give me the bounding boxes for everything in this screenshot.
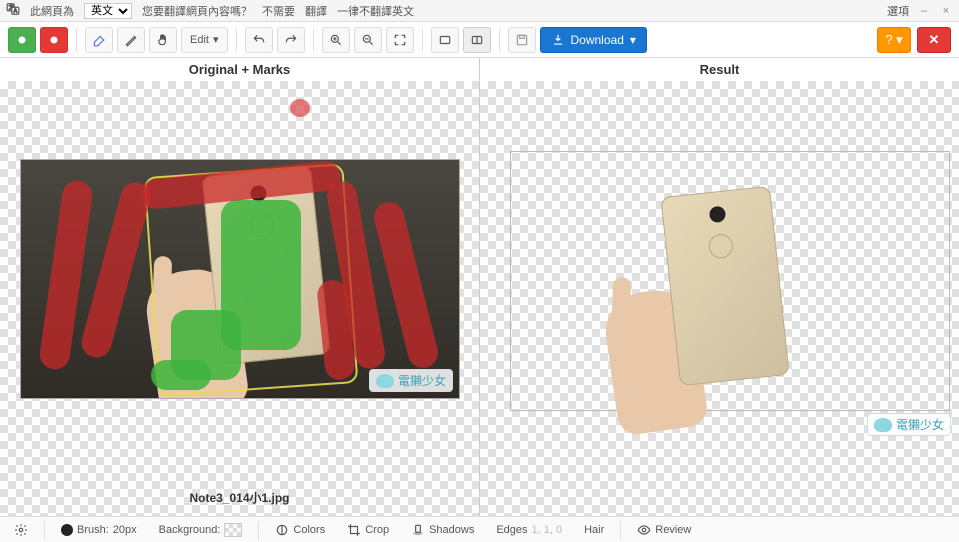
- main-area: Original + Marks: [0, 58, 959, 516]
- eraser-button[interactable]: [85, 27, 113, 53]
- help-button[interactable]: ? ▾: [877, 27, 911, 53]
- review-label: Review: [655, 524, 691, 536]
- brush-value: 20px: [113, 524, 137, 536]
- hair-label: Hair: [584, 524, 604, 536]
- hair-button[interactable]: Hair: [578, 520, 610, 540]
- pan-button[interactable]: [149, 27, 177, 53]
- brush-label: Brush:: [77, 524, 109, 536]
- translate-question: 您要翻譯網頁內容嗎？: [142, 3, 252, 19]
- detected-lang-prefix: 此網頁為: [30, 3, 74, 19]
- edit-label: Edit: [190, 34, 209, 46]
- separator: [422, 29, 423, 51]
- background-mark-button[interactable]: [40, 27, 68, 53]
- shadows-button[interactable]: Shadows: [405, 520, 480, 540]
- undo-button[interactable]: [245, 27, 273, 53]
- separator: [258, 521, 259, 539]
- zoom-in-button[interactable]: [322, 27, 350, 53]
- watermark-badge: 電獺少女: [369, 369, 453, 392]
- brush-dot-icon: [61, 524, 73, 536]
- zoom-out-button[interactable]: [354, 27, 382, 53]
- shadows-label: Shadows: [429, 524, 474, 536]
- crop-button[interactable]: Crop: [341, 520, 395, 540]
- watermark-text: 電獺少女: [398, 372, 446, 389]
- colors-button[interactable]: Colors: [269, 520, 331, 540]
- save-button[interactable]: [508, 27, 536, 53]
- background-swatch: [224, 523, 242, 537]
- separator: [499, 29, 500, 51]
- background-control[interactable]: Background:: [153, 520, 249, 540]
- app-close-button[interactable]: ✕: [917, 27, 951, 53]
- watermark-icon: [874, 418, 892, 432]
- redo-button[interactable]: [277, 27, 305, 53]
- phone-shape: [660, 186, 789, 386]
- translate-close-button[interactable]: ×: [939, 4, 953, 18]
- fit-button[interactable]: [386, 27, 414, 53]
- chevron-down-icon: ▾: [213, 33, 219, 46]
- background-label: Background:: [159, 524, 221, 536]
- split-view-button[interactable]: [463, 27, 491, 53]
- edges-label: Edges: [496, 524, 527, 536]
- chevron-down-icon: ▾: [630, 33, 636, 47]
- brush-size-control[interactable]: Brush: 20px: [55, 520, 143, 540]
- edges-value: 1, 1, 0: [532, 524, 563, 536]
- knife-button[interactable]: [117, 27, 145, 53]
- language-select[interactable]: 英文: [84, 3, 132, 19]
- stray-red-mark: [290, 99, 310, 117]
- settings-button[interactable]: [8, 520, 34, 540]
- translate-never-button[interactable]: 一律不翻譯英文: [337, 3, 414, 19]
- edges-button[interactable]: Edges 1, 1, 0: [490, 520, 568, 540]
- translate-icon: 文A: [6, 2, 20, 19]
- crop-label: Crop: [365, 524, 389, 536]
- single-view-button[interactable]: [431, 27, 459, 53]
- svg-text:A: A: [14, 9, 18, 15]
- download-label: Download: [571, 33, 624, 47]
- watermark-badge: 電獺少女: [867, 413, 951, 436]
- main-toolbar: Edit ▾ Download ▾ ? ▾ ✕: [0, 22, 959, 58]
- watermark-icon: [376, 374, 394, 388]
- separator: [76, 29, 77, 51]
- edit-dropdown[interactable]: Edit ▾: [181, 27, 228, 53]
- translate-minimize-button[interactable]: –: [917, 4, 931, 18]
- separator: [313, 29, 314, 51]
- watermark-text: 電獺少女: [896, 416, 944, 433]
- colors-label: Colors: [293, 524, 325, 536]
- review-button[interactable]: Review: [631, 520, 697, 540]
- translate-bar: 文A 此網頁為 英文 您要翻譯網頁內容嗎？ 不需要 翻譯 一律不翻譯英文 選項 …: [0, 0, 959, 22]
- result-panel-title: Result: [480, 58, 959, 81]
- translate-options-button[interactable]: 選項: [887, 3, 909, 19]
- download-button[interactable]: Download ▾: [540, 27, 647, 53]
- original-panel-title: Original + Marks: [0, 58, 479, 81]
- result-canvas[interactable]: 電獺少女: [480, 81, 959, 516]
- foreground-mark: [151, 360, 211, 390]
- filename-label: Note3_014小1.jpg: [0, 489, 479, 506]
- result-panel: Result 電獺少女: [480, 58, 959, 516]
- foreground-mark-button[interactable]: [8, 27, 36, 53]
- translate-no-button[interactable]: 不需要: [262, 3, 295, 19]
- original-canvas[interactable]: 電獺少女 Note3_014小1.jpg: [0, 81, 479, 516]
- translate-yes-button[interactable]: 翻譯: [305, 3, 327, 19]
- separator: [620, 521, 621, 539]
- bottom-bar: Brush: 20px Background: Colors Crop Shad…: [0, 516, 959, 542]
- separator: [44, 521, 45, 539]
- original-image: 電獺少女: [20, 159, 460, 399]
- separator: [236, 29, 237, 51]
- original-panel: Original + Marks: [0, 58, 480, 516]
